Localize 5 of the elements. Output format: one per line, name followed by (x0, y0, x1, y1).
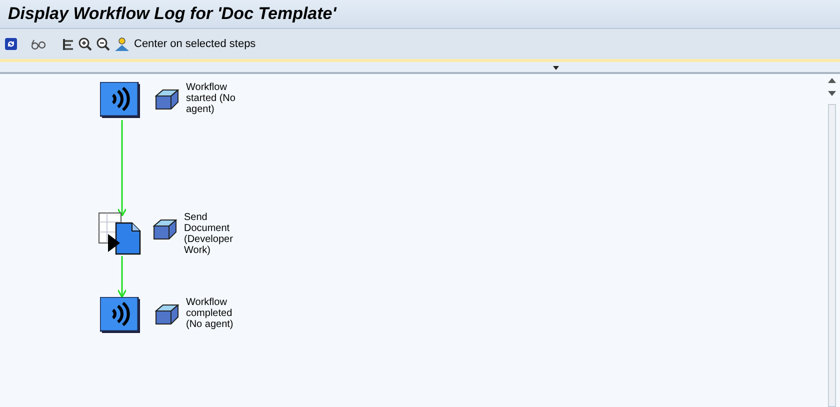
center-button[interactable]: Center on selected steps (114, 36, 256, 52)
window-title: Display Workflow Log for 'Doc Template' (8, 3, 336, 26)
step-label: Workflow started (No agent) (186, 82, 236, 115)
step-label: Workflow completed (No agent) (186, 297, 234, 330)
step-label: Send Document (Developer Work) (184, 212, 234, 256)
